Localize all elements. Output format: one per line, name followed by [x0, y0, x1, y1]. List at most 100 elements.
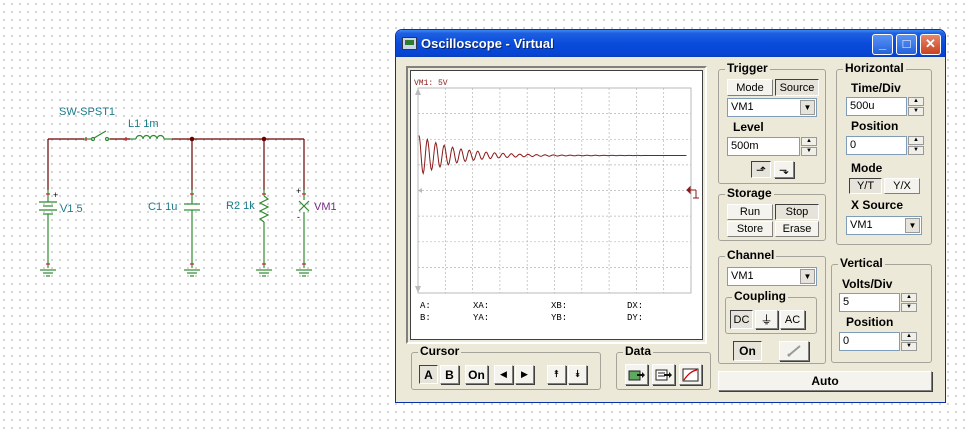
cursor-readout-a: A: [420, 301, 431, 311]
schematic-canvas [39, 130, 312, 277]
horizontal-group-label: Horizontal [843, 61, 906, 75]
x-source-select[interactable]: VM1 ▼ [846, 216, 922, 235]
scope-screen: VM1: 5V A: B: XA: YA: XB: YB: DX: DY: [410, 70, 703, 340]
volts-div-label: Volts/Div [842, 277, 893, 291]
vertical-position-spinner[interactable]: 0 ▲ ▼ [839, 332, 917, 351]
coupling-dc-button[interactable]: DC [730, 310, 753, 329]
vertical-position-label: Position [846, 315, 894, 329]
cursor-readout-yb: YB: [551, 313, 568, 323]
vertical-group-label: Vertical [838, 256, 885, 270]
horizontal-position-label: Position [851, 119, 899, 133]
battery-symbol [39, 190, 57, 268]
cursor-group: Cursor A B On ◀ ▶ ⯭ ⯯ [411, 344, 601, 390]
trigger-group-label: Trigger [725, 61, 770, 75]
maximize-button[interactable]: □ [896, 34, 917, 55]
storage-store-button[interactable]: Store [727, 221, 773, 237]
spin-down-icon[interactable]: ▼ [908, 146, 924, 155]
close-button[interactable]: ✕ [920, 34, 941, 55]
cursor-left-button[interactable]: ◀ [494, 365, 513, 384]
trigger-source-tab[interactable]: Source [775, 79, 819, 96]
inductor-symbol [130, 134, 172, 140]
plot-icon[interactable] [679, 364, 702, 385]
trigger-rising-edge-button[interactable]: ⬏ [751, 161, 771, 178]
spin-down-icon[interactable]: ▼ [901, 303, 917, 312]
title-bar[interactable]: Oscilloscope - Virtual _ □ ✕ [396, 30, 945, 57]
switch-symbol [84, 130, 110, 142]
horizontal-position-spinner[interactable]: 0 ▲ ▼ [846, 136, 924, 155]
inductor-label: L1 1m [128, 118, 159, 130]
spin-up-icon[interactable]: ▲ [901, 293, 917, 302]
resistor-symbol [258, 190, 270, 268]
capacitor-label: C1 1u [148, 201, 178, 213]
time-div-spinner[interactable]: 500u ▲ ▼ [846, 97, 924, 116]
trigger-mode-tab[interactable]: Mode [727, 79, 773, 96]
cursor-readout-dy: DY: [627, 313, 644, 323]
oscilloscope-icon [402, 37, 417, 50]
channel-group: Channel VM1 ▼ Coupling DC ⏚ AC On [718, 248, 826, 364]
cursor-readout-dx: DX: [627, 301, 644, 311]
spin-up-icon[interactable]: ▲ [908, 136, 924, 145]
channel-value: VM1 [731, 270, 754, 282]
coupling-group: Coupling DC ⏚ AC [725, 289, 817, 334]
trigger-level-label: Level [733, 120, 764, 134]
minimize-button[interactable]: _ [872, 34, 893, 55]
coupling-ac-button[interactable]: AC [780, 310, 805, 329]
x-source-label: X Source [851, 198, 904, 212]
mode-yx-button[interactable]: Y/X [884, 178, 920, 194]
window-title: Oscilloscope - Virtual [421, 36, 554, 51]
trigger-source-select[interactable]: VM1 ▼ [727, 98, 817, 117]
channel-group-label: Channel [725, 248, 777, 262]
storage-stop-button[interactable]: Stop [775, 204, 819, 220]
cursor-on-button[interactable]: On [465, 365, 488, 384]
time-div-field[interactable]: 500u [846, 97, 907, 116]
cursor-right-button[interactable]: ▶ [515, 365, 534, 384]
export-data-icon[interactable] [652, 364, 675, 385]
chevron-down-icon: ▼ [905, 218, 920, 233]
switch-label: SW-SPST1 [59, 106, 116, 118]
auto-button[interactable]: Auto [718, 371, 932, 391]
storage-group-label: Storage [725, 186, 774, 200]
spin-down-icon[interactable]: ▼ [801, 147, 817, 156]
trigger-level-spinner[interactable]: 500m ▲ ▼ [727, 137, 817, 156]
spin-up-icon[interactable]: ▲ [908, 97, 924, 106]
time-div-label: Time/Div [851, 81, 901, 95]
data-group-label: Data [623, 344, 654, 358]
ground-symbols [40, 269, 312, 277]
cursor-group-label: Cursor [418, 344, 462, 358]
cursor-readout-xa: XA: [473, 301, 490, 311]
cursor-b-button[interactable]: B [440, 365, 459, 384]
trigger-source-value: VM1 [731, 101, 754, 113]
chevron-down-icon: ▼ [800, 269, 815, 284]
horizontal-group: Horizontal Time/Div 500u ▲ ▼ Position 0 … [836, 61, 932, 245]
voltmeter-label: VM1 [314, 201, 337, 213]
trigger-falling-edge-button[interactable]: ⬎ [774, 161, 794, 178]
channel-select[interactable]: VM1 ▼ [727, 267, 817, 286]
waveform-trace [418, 135, 687, 176]
chevron-down-icon: ▼ [800, 100, 815, 115]
resistor-label: R2 1k [226, 200, 255, 212]
source-plus: + [53, 190, 59, 200]
voltmeter-plus: + [296, 186, 302, 196]
cursor-a-button[interactable]: A [419, 365, 438, 384]
storage-run-button[interactable]: Run [727, 204, 773, 220]
volts-div-spinner[interactable]: 5 ▲ ▼ [839, 293, 917, 312]
spin-up-icon[interactable]: ▲ [801, 137, 817, 146]
trigger-group: Trigger Mode Source VM1 ▼ Level 500m ▲ ▼… [718, 61, 826, 184]
spin-down-icon[interactable]: ▼ [908, 107, 924, 116]
storage-erase-button[interactable]: Erase [775, 221, 819, 237]
vertical-position-field[interactable]: 0 [839, 332, 900, 351]
export-image-icon[interactable] [625, 364, 648, 385]
volts-div-field[interactable]: 5 [839, 293, 900, 312]
spin-up-icon[interactable]: ▲ [901, 332, 917, 341]
x-source-value: VM1 [850, 219, 873, 231]
cursor-down-button[interactable]: ⯯ [568, 365, 587, 384]
mode-yt-button[interactable]: Y/T [849, 178, 882, 194]
horizontal-position-field[interactable]: 0 [846, 136, 907, 155]
cursor-up-button[interactable]: ⯭ [547, 365, 566, 384]
trigger-marker[interactable] [686, 185, 699, 199]
channel-on-button[interactable]: On [733, 341, 762, 361]
spin-down-icon[interactable]: ▼ [901, 342, 917, 351]
trigger-level-field[interactable]: 500m [727, 137, 800, 156]
probe-icon[interactable] [779, 341, 809, 361]
coupling-gnd-button[interactable]: ⏚ [755, 310, 778, 329]
